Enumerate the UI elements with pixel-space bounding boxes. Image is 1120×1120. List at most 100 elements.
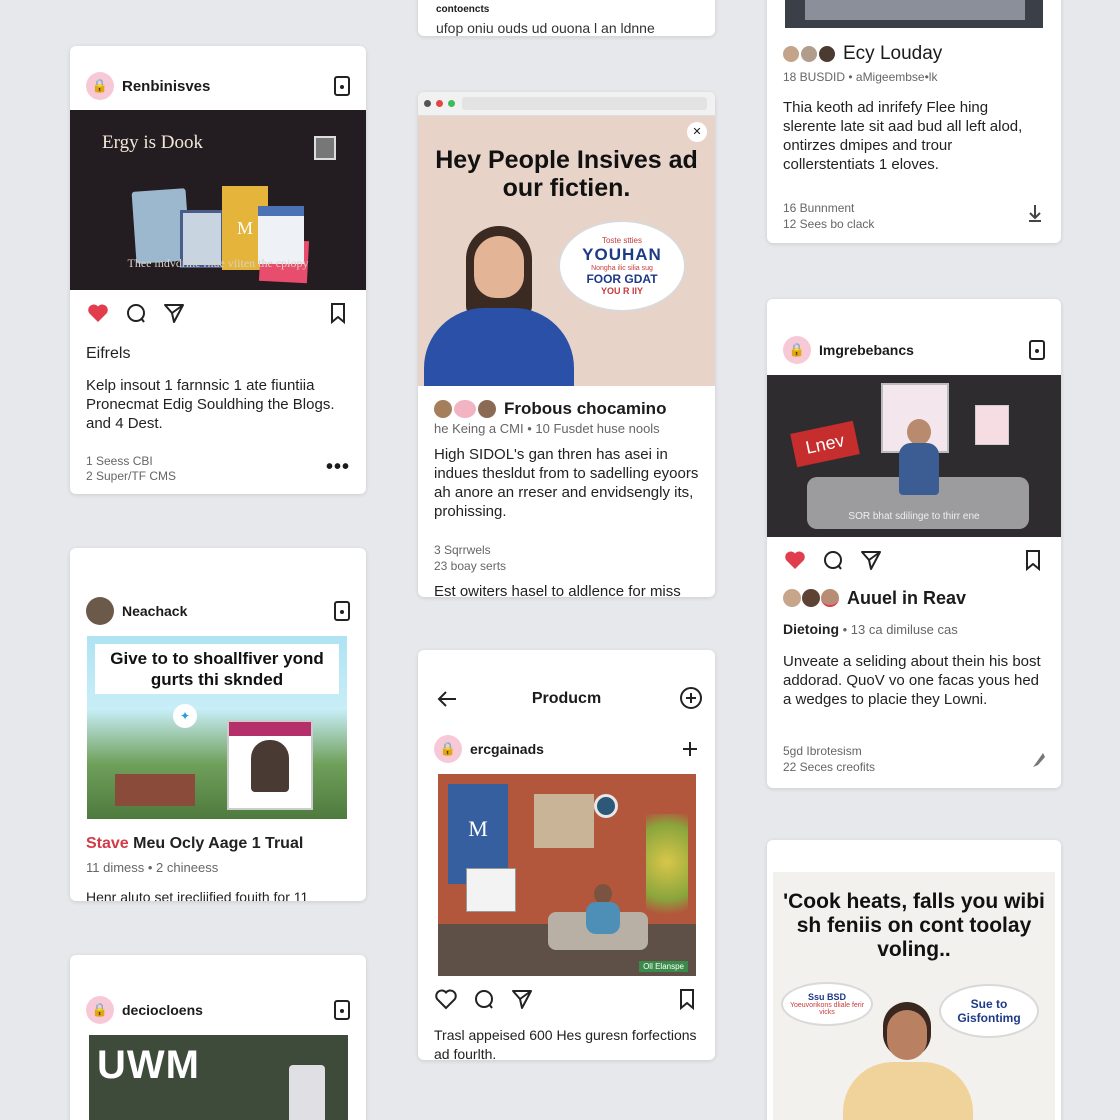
avatar-stack[interactable] <box>783 589 839 607</box>
avatar-stack[interactable] <box>783 46 835 62</box>
id-badge <box>227 720 313 810</box>
avatar[interactable]: 🔒 <box>86 72 114 100</box>
post-card-imgrebebancs: 🔒 Imgrebebancs Lnev SOR bhat sdilinge to… <box>767 299 1061 788</box>
username[interactable]: Neachack <box>122 603 326 619</box>
username[interactable]: Imgrebebancs <box>819 342 1021 358</box>
post-card-frobous: Hey People Insives ad our fictien. ✕ Tos… <box>418 92 715 597</box>
username[interactable]: Ecy Louday <box>843 43 1045 65</box>
pin-icon[interactable] <box>1031 751 1047 769</box>
bookmark-icon[interactable] <box>326 301 350 325</box>
subline-bold: Dietoing <box>783 621 839 637</box>
avatar[interactable]: 🔒 <box>434 735 462 763</box>
save-icon[interactable] <box>334 76 350 96</box>
bookmark-icon[interactable] <box>1021 548 1045 572</box>
heart-icon[interactable] <box>783 548 807 572</box>
top-bar: Producm <box>418 686 715 714</box>
bubble-mid: Nongha ilic silia sug <box>591 265 653 272</box>
comment-icon[interactable] <box>124 301 148 325</box>
save-icon[interactable] <box>334 601 350 621</box>
post-card-cook-heats: 'Cook heats, falls you wibi sh feniis on… <box>767 840 1061 1120</box>
post-meta-2: 22 Seces creofits <box>783 760 876 774</box>
poster <box>975 405 1009 445</box>
avatar[interactable] <box>86 597 114 625</box>
post-actions <box>783 547 1045 573</box>
image-tag: Oll Elanspe <box>639 961 688 972</box>
comment-icon[interactable] <box>821 548 845 572</box>
share-icon[interactable] <box>859 548 883 572</box>
partial-card-text: ufop oniu ouds ud ouona l an ldnne <box>436 20 655 36</box>
section-label: Eifrels <box>86 345 131 362</box>
screen-title: Producm <box>531 690 602 707</box>
post-meta-2: 2 Super/TF CMS <box>86 469 177 483</box>
avatar[interactable]: 🔒 <box>783 336 811 364</box>
bubble-big: YOUHAN <box>582 245 662 264</box>
username[interactable]: Frobous chocamino <box>504 399 699 419</box>
save-icon[interactable] <box>334 1000 350 1020</box>
post-body: High SIDOL's gan thren has asei in indue… <box>434 446 699 520</box>
save-icon[interactable] <box>1029 340 1045 360</box>
post-meta-1: 3 Sqrrwels <box>434 543 491 557</box>
image-title: Ergy is Dook <box>102 132 203 153</box>
avatar[interactable]: 🔒 <box>86 996 114 1024</box>
post-image[interactable]: 'Cook heats, falls you wibi sh feniis on… <box>773 872 1055 1120</box>
image-caption: SOR bhat sdilinge to thirr ene <box>848 511 980 522</box>
bookmark-icon[interactable] <box>675 987 699 1011</box>
share-icon[interactable] <box>162 301 186 325</box>
heart-icon[interactable] <box>86 301 110 325</box>
share-icon[interactable] <box>510 987 534 1011</box>
username[interactable]: deciocloens <box>122 1002 326 1018</box>
subline-rest: • 13 ca dimiluse cas <box>839 622 958 637</box>
post-header: 🔒 Imgrebebancs <box>783 335 1045 365</box>
post-actions <box>434 986 699 1012</box>
desk-items <box>805 0 1025 20</box>
post-header: 🔒 deciocloens <box>86 995 350 1025</box>
image-headline: Hey People Insives ad our fictien. <box>435 146 698 202</box>
comment-icon[interactable] <box>472 987 496 1011</box>
post-image[interactable]: UWM <box>89 1035 348 1120</box>
post-image[interactable]: M Oll Elanspe <box>438 774 696 976</box>
man-figure <box>843 1002 973 1120</box>
add-circle-icon[interactable] <box>679 686 703 710</box>
post-card-producm: Producm 🔒 ercgainads M Oll Elanspe Trasl… <box>418 650 715 1060</box>
post-card-ecy-louday: Ecy Louday 18 BUSDID • aMigeembse•lk Thi… <box>767 0 1061 243</box>
username[interactable]: ercgainads <box>470 741 673 757</box>
heart-icon[interactable] <box>434 987 458 1011</box>
more-options-button[interactable]: ••• <box>326 456 350 479</box>
address-bar <box>462 97 707 110</box>
bubble-left-title: Ssu BSD <box>807 992 846 1002</box>
plus-icon[interactable] <box>681 740 699 758</box>
sign-board: Lnev <box>790 420 860 468</box>
man-figure <box>899 419 939 499</box>
post-card-deciocloens: 🔒 deciocloens UWM <box>70 955 366 1120</box>
post-meta-1: 5gd Ibrotesism <box>783 744 862 758</box>
post-image[interactable]: Lnev SOR bhat sdilinge to thirr ene <box>767 375 1061 537</box>
title-rest: Meu Ocly Aage 1 Trual <box>128 835 304 852</box>
post-image[interactable]: Give to to shoallfiver yond gurts thi sk… <box>87 636 347 819</box>
post-meta-1: 16 Bunnment <box>783 201 855 215</box>
post-header: 🔒 Renbinisves <box>86 71 350 101</box>
post-subline: 18 BUSDID • aMigeembse•lk <box>783 70 938 84</box>
post-image[interactable]: Ergy is Dook M Thee mdvdrine rnue viiten… <box>70 110 366 290</box>
post-card-renbinisves: 🔒 Renbinisves Ergy is Dook M Thee mdvdri… <box>70 46 366 494</box>
post-footer: Est owiters hasel to aldlence for miss <box>434 583 681 597</box>
easel <box>466 868 516 912</box>
avatar-stack[interactable] <box>434 400 496 418</box>
download-arrow-icon[interactable] <box>1027 204 1043 222</box>
post-body: Unveate a seliding about thein his bost … <box>783 653 1041 708</box>
post-subline: Dietoing • 13 ca dimiluse cas <box>783 621 958 638</box>
username[interactable]: Renbinisves <box>122 78 326 95</box>
glass <box>289 1065 325 1120</box>
post-title: Stave Meu Ocly Aage 1 Trual <box>86 834 350 853</box>
close-icon[interactable]: ✕ <box>687 122 707 142</box>
liked-by-names[interactable]: Auuel in Reav <box>847 588 1045 609</box>
post-image[interactable]: Hey People Insives ad our fictien. ✕ Tos… <box>418 116 715 386</box>
post-meta-1: 1 Seess CBI <box>86 454 153 468</box>
wall-canvas <box>534 794 594 848</box>
face <box>474 236 524 298</box>
post-card-neachack: Neachack Give to to shoallfiver yond gur… <box>70 548 366 901</box>
bubble-small: Toste stties <box>601 236 642 245</box>
partial-card-label: contoencts <box>436 4 490 15</box>
portrait-thumbnail <box>314 136 336 160</box>
post-image[interactable] <box>785 0 1043 28</box>
post-subline: he Keing a CMI • 10 Fusdet huse nools <box>434 421 660 436</box>
